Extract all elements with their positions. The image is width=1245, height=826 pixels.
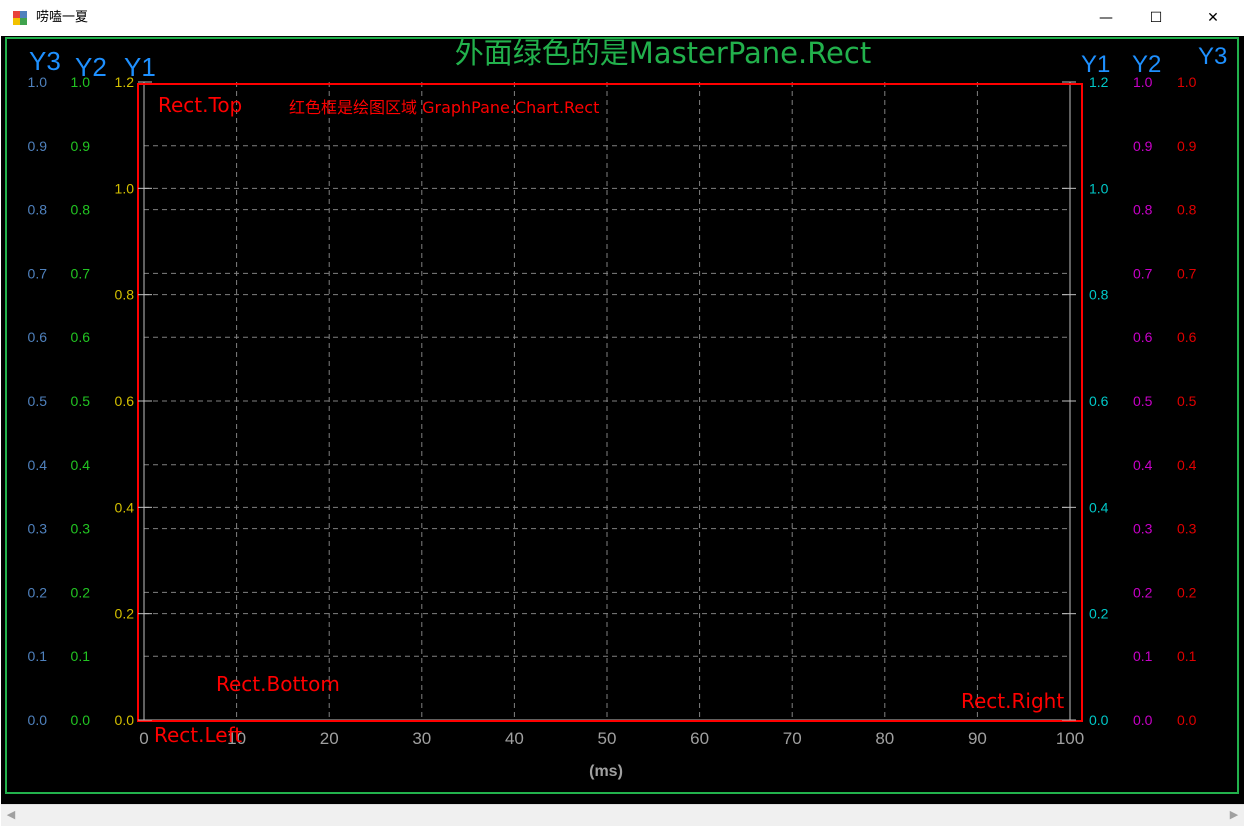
y1-right-tick-label: 0.0 bbox=[1089, 712, 1109, 728]
chart-title: 外面绿色的是MasterPane.Rect bbox=[455, 36, 871, 70]
y2-right-tick-label: 0.3 bbox=[1133, 521, 1153, 537]
master-pane-rect bbox=[5, 37, 1239, 794]
chart-rect-frame bbox=[137, 83, 1083, 722]
y2-left-tick-label: 0.5 bbox=[71, 393, 91, 409]
y3-right-tick-label: 0.3 bbox=[1177, 521, 1197, 537]
y3-right-tick-label: 0.5 bbox=[1177, 393, 1197, 409]
x-tick-label: 80 bbox=[875, 729, 894, 748]
y3-right-tick-label: 0.6 bbox=[1177, 329, 1197, 345]
window-titlebar: 唠嗑一夏 — ☐ ✕ bbox=[0, 0, 1245, 36]
y2-right-tick-label: 0.5 bbox=[1133, 393, 1153, 409]
x-tick-label: 100 bbox=[1056, 729, 1084, 748]
maximize-button[interactable]: ☐ bbox=[1133, 0, 1179, 36]
y3-left-tick-label: 0.9 bbox=[28, 138, 48, 154]
axis-title-left-y3: Y3 bbox=[29, 46, 61, 76]
annotation-rect-left: Rect.Left bbox=[154, 723, 242, 747]
y1-right-tick-label: 0.6 bbox=[1089, 393, 1109, 409]
y1-left-tick-label: 1.0 bbox=[115, 180, 135, 196]
y3-left-tick-label: 0.6 bbox=[28, 329, 48, 345]
y3-left-tick-label: 0.7 bbox=[28, 265, 48, 281]
axis-title-left-y1: Y1 bbox=[124, 52, 156, 82]
axis-title-left-y2: Y2 bbox=[75, 52, 107, 82]
y2-left-tick-label: 0.1 bbox=[71, 648, 91, 664]
scroll-left-icon[interactable]: ◀ bbox=[3, 807, 19, 823]
y2-left-tick-label: 0.8 bbox=[71, 202, 91, 218]
y1-right-tick-label: 1.0 bbox=[1089, 180, 1109, 196]
axis-title-right-y3: Y3 bbox=[1198, 43, 1227, 70]
y1-left-tick-label: 0.6 bbox=[115, 393, 135, 409]
x-tick-label: 60 bbox=[690, 729, 709, 748]
annotation-rect-bottom: Rect.Bottom bbox=[216, 672, 340, 696]
y2-right-tick-label: 0.4 bbox=[1133, 457, 1153, 473]
chart-control[interactable]: 0 10 20 30 40 50 60 70 80 90 100 0.0 0.1 0.2 0.3 0.4 0.5… bbox=[1, 36, 1244, 804]
y1-right-tick-label: 0.2 bbox=[1089, 606, 1109, 622]
y2-left-tick-label: 0.0 bbox=[71, 712, 91, 728]
annotation-chart-rect: 红色框是绘图区域 GraphPane.Chart.Rect bbox=[289, 98, 599, 117]
y3-right-tick-label: 0.2 bbox=[1177, 584, 1197, 600]
x-tick-label: 90 bbox=[968, 729, 987, 748]
x-tick-label: 30 bbox=[412, 729, 431, 748]
horizontal-scrollbar[interactable]: ◀ ▶ bbox=[1, 804, 1244, 826]
y3-left-tick-label: 1.0 bbox=[28, 74, 48, 90]
y3-right-tick-label: 1.0 bbox=[1177, 74, 1197, 90]
y3-right-tick-label: 0.8 bbox=[1177, 202, 1197, 218]
y2-right-tick-label: 0.8 bbox=[1133, 202, 1153, 218]
y2-right-tick-label: 0.0 bbox=[1133, 712, 1153, 728]
close-button[interactable]: ✕ bbox=[1190, 0, 1236, 36]
y2-right-tick-label: 0.7 bbox=[1133, 265, 1153, 281]
y3-left-tick-label: 0.0 bbox=[28, 712, 48, 728]
y2-left-tick-label: 0.7 bbox=[71, 265, 91, 281]
y3-left-tick-label: 0.5 bbox=[28, 393, 48, 409]
zedgraph-chart: 0 10 20 30 40 50 60 70 80 90 1000.00.10.20.30.40.5… bbox=[5, 36, 1239, 794]
y3-left-tick-label: 0.3 bbox=[28, 521, 48, 537]
y2-left-tick-label: 0.3 bbox=[71, 521, 91, 537]
scroll-right-icon[interactable]: ▶ bbox=[1226, 807, 1242, 823]
minimize-button[interactable]: — bbox=[1083, 0, 1129, 36]
app-icon bbox=[13, 11, 27, 25]
x-axis-title: (ms) bbox=[589, 763, 623, 780]
y3-right-tick-label: 0.7 bbox=[1177, 265, 1197, 281]
y2-right-tick-label: 0.2 bbox=[1133, 584, 1153, 600]
y3-right-tick-label: 0.0 bbox=[1177, 712, 1197, 728]
y1-right-tick-label: 0.4 bbox=[1089, 499, 1109, 515]
x-tick-label: 50 bbox=[598, 729, 617, 748]
x-tick-label: 0 bbox=[139, 729, 148, 748]
y3-left-tick-label: 0.1 bbox=[28, 648, 48, 664]
y2-right-tick-label: 0.1 bbox=[1133, 648, 1153, 664]
axis-title-right-y2: Y2 bbox=[1132, 51, 1161, 78]
y1-left-tick-label: 0.4 bbox=[115, 499, 135, 515]
y3-right-tick-label: 0.9 bbox=[1177, 138, 1197, 154]
maximize-icon: ☐ bbox=[1149, 10, 1163, 26]
y2-left-tick-label: 0.2 bbox=[71, 584, 91, 600]
minimize-icon: — bbox=[1099, 10, 1113, 26]
y1-left-tick-label: 0.0 bbox=[115, 712, 135, 728]
close-icon: ✕ bbox=[1207, 10, 1219, 26]
y2-right-tick-label: 0.9 bbox=[1133, 138, 1153, 154]
y1-right-tick-label: 0.8 bbox=[1089, 287, 1109, 303]
y2-left-tick-label: 0.6 bbox=[71, 329, 91, 345]
annotation-rect-right: Rect.Right bbox=[961, 689, 1064, 713]
y3-left-tick-label: 0.8 bbox=[28, 202, 48, 218]
y1-left-tick-label: 0.8 bbox=[115, 287, 135, 303]
y3-left-tick-label: 0.4 bbox=[28, 457, 48, 473]
window-title: 唠嗑一夏 bbox=[36, 10, 89, 25]
y3-right-tick-label: 0.1 bbox=[1177, 648, 1197, 664]
axis-title-right-y1: Y1 bbox=[1081, 51, 1110, 78]
y2-right-tick-label: 0.6 bbox=[1133, 329, 1153, 345]
y3-left-tick-label: 0.2 bbox=[28, 584, 48, 600]
x-tick-label: 70 bbox=[783, 729, 802, 748]
x-tick-label: 40 bbox=[505, 729, 524, 748]
annotation-rect-top: Rect.Top bbox=[158, 93, 242, 117]
y3-right-tick-label: 0.4 bbox=[1177, 457, 1197, 473]
x-tick-label: 20 bbox=[320, 729, 339, 748]
y2-left-tick-label: 0.4 bbox=[71, 457, 91, 473]
y1-left-tick-label: 0.2 bbox=[115, 606, 135, 622]
y2-left-tick-label: 0.9 bbox=[71, 138, 91, 154]
